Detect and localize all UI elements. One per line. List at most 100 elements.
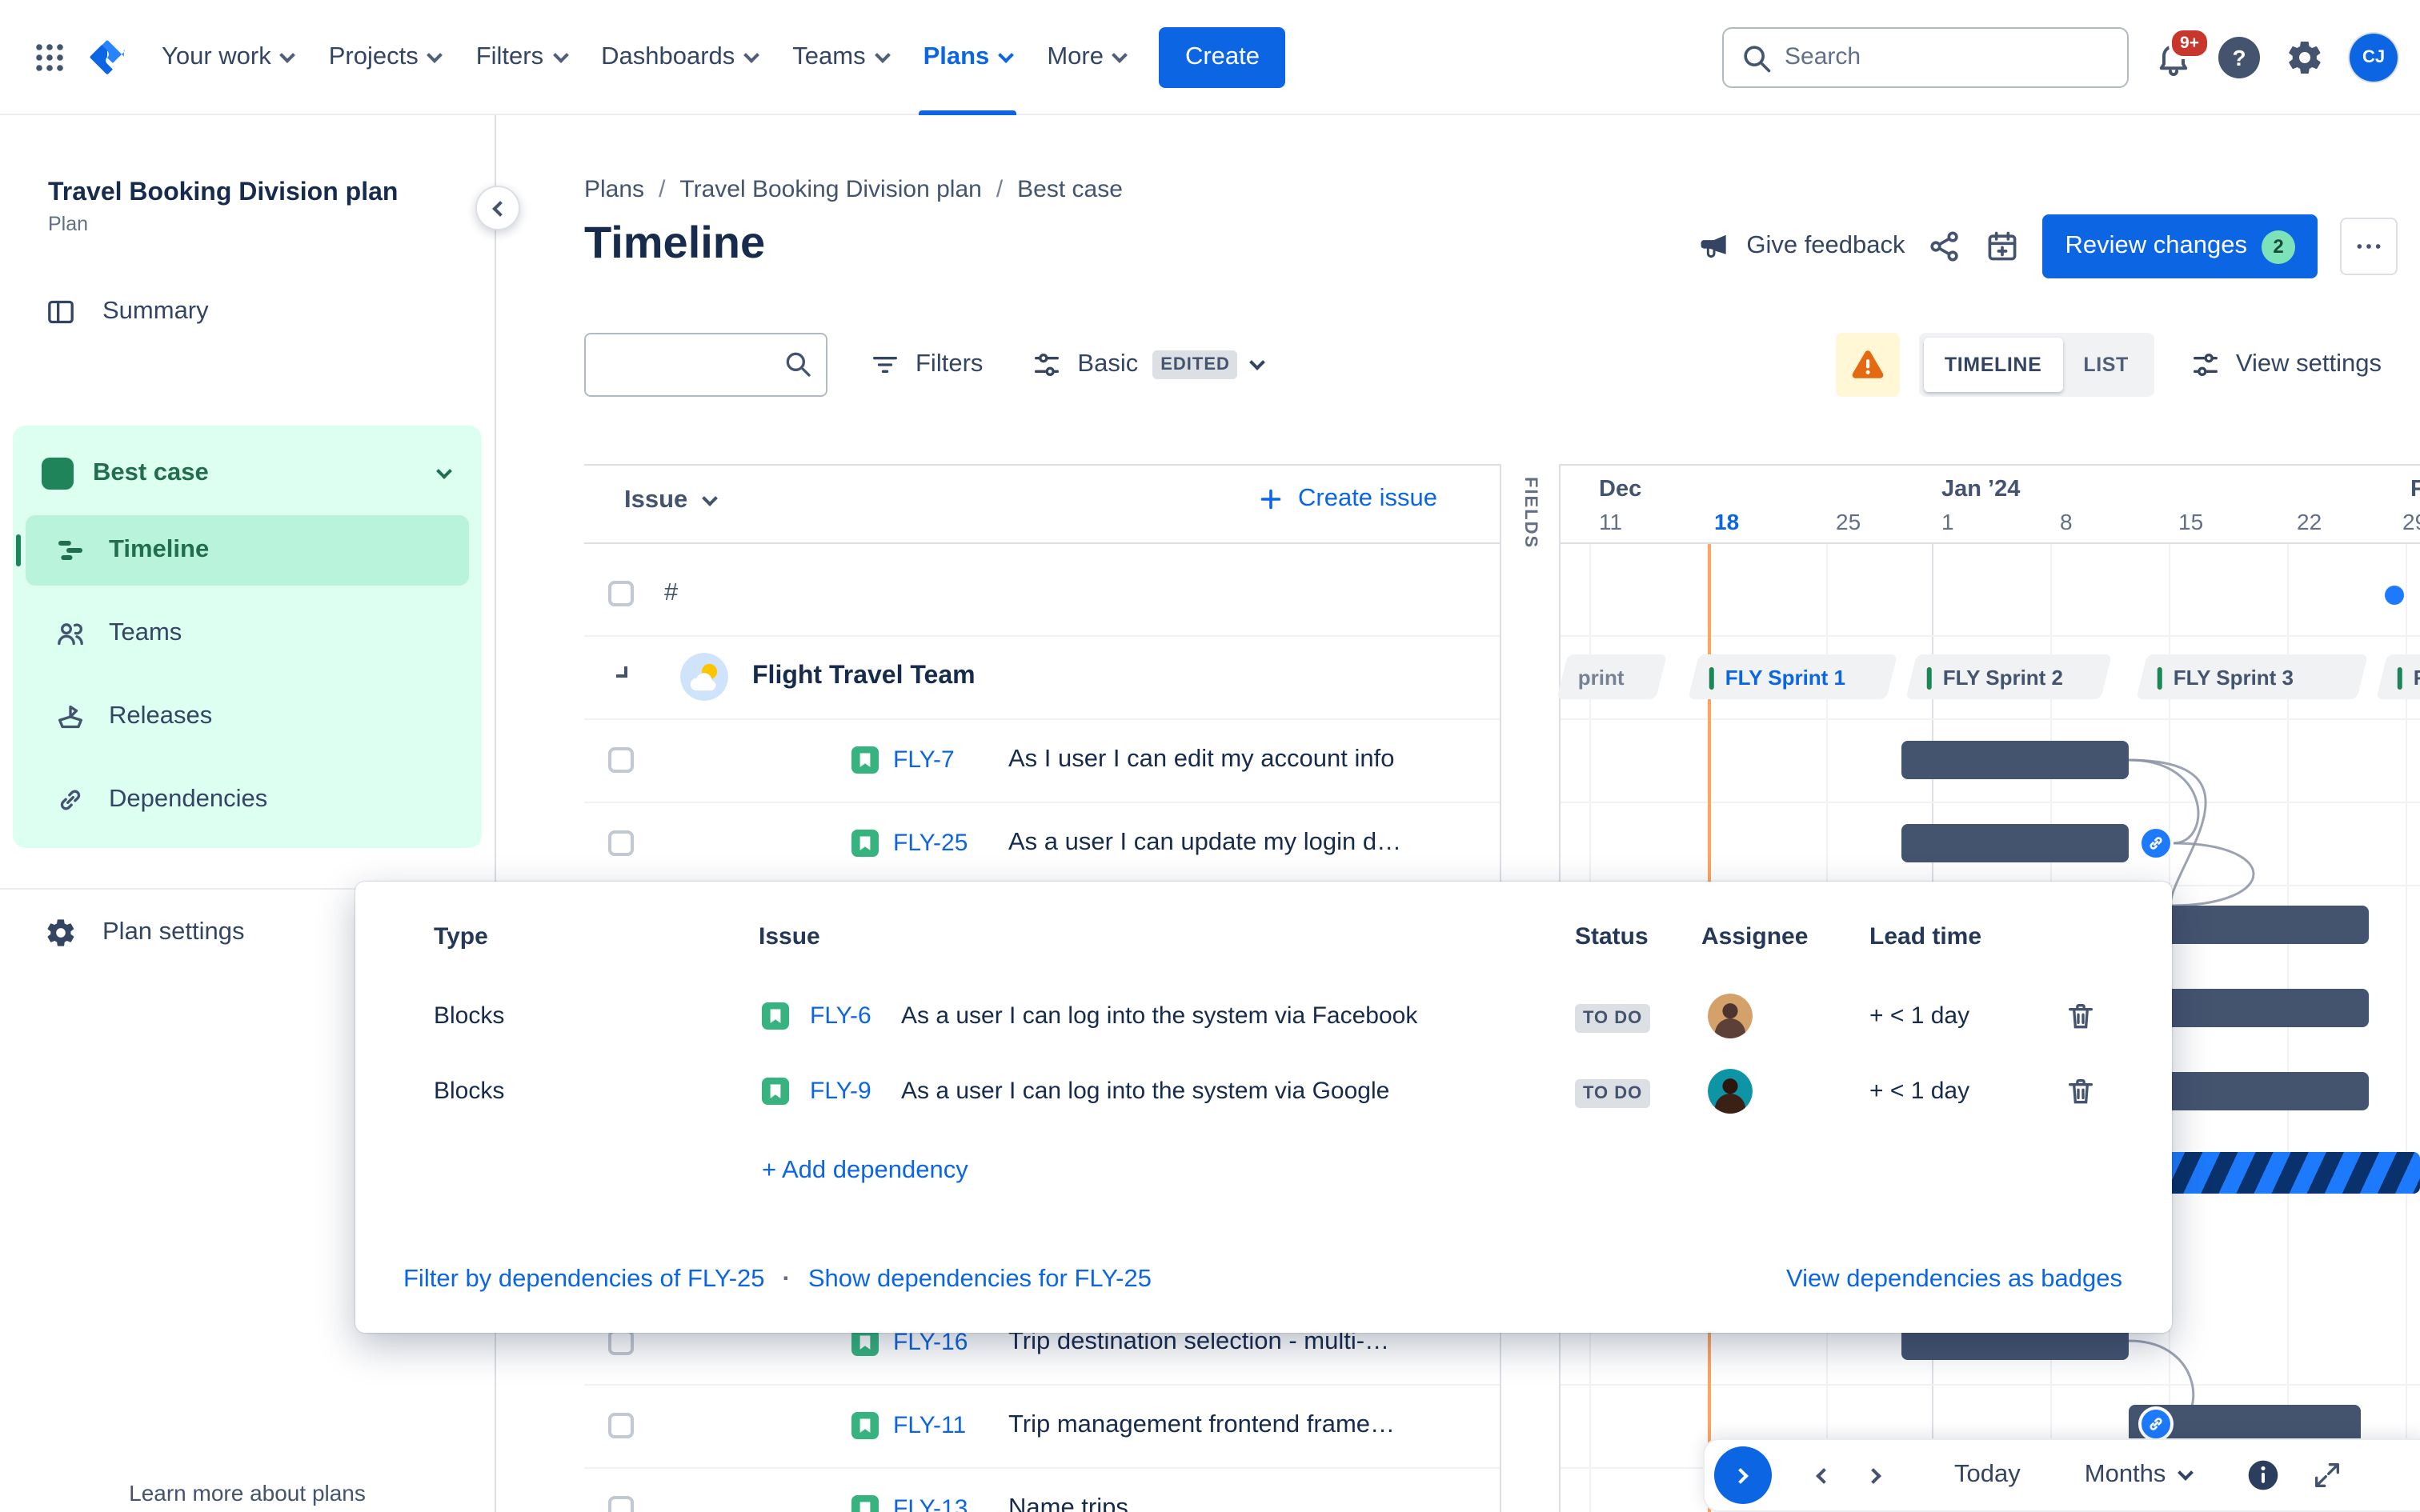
sprint-ribbon-fly-sprint-3[interactable]: FLY Sprint 3 bbox=[2136, 654, 2368, 699]
row-checkbox[interactable] bbox=[608, 830, 634, 856]
sidebar-item-teams[interactable]: Teams bbox=[26, 598, 469, 669]
row-checkbox[interactable] bbox=[608, 747, 634, 773]
user-avatar[interactable]: CJ bbox=[2350, 33, 2398, 81]
create-button[interactable]: Create bbox=[1159, 26, 1286, 87]
row-checkbox[interactable] bbox=[608, 1330, 634, 1355]
issue-key-link[interactable]: FLY-25 bbox=[893, 830, 968, 857]
issue-row-fly7[interactable]: FLY-7 As I user I can edit my account in… bbox=[584, 718, 1500, 802]
tick-label-today: 18 bbox=[1714, 509, 1740, 534]
share-button[interactable] bbox=[1928, 229, 1963, 264]
schedule-bar-fly7[interactable] bbox=[1901, 741, 2129, 779]
sidebar-item-dependencies[interactable]: Dependencies bbox=[26, 765, 469, 835]
breadcrumb: Plans / Travel Booking Division plan / B… bbox=[584, 176, 1123, 203]
issue-key-link[interactable]: FLY-9 bbox=[810, 1077, 871, 1104]
breadcrumb-plans[interactable]: Plans bbox=[584, 176, 644, 203]
popup-column-status: Status bbox=[1575, 923, 1649, 950]
gear-icon bbox=[45, 916, 77, 948]
nav-filters[interactable]: Filters bbox=[459, 0, 583, 114]
app-switcher-button[interactable] bbox=[22, 30, 77, 84]
issue-header-label: Issue bbox=[624, 486, 688, 514]
chevron-down-icon bbox=[427, 46, 443, 62]
sprint-ribbon-fly-sprint-4[interactable]: FLY Sprin bbox=[2376, 654, 2420, 699]
scroll-left-button[interactable] bbox=[1797, 1451, 1845, 1499]
row-checkbox[interactable] bbox=[608, 1496, 634, 1512]
breadcrumb-scenario[interactable]: Best case bbox=[1017, 176, 1123, 203]
sidebar-collapse-button[interactable] bbox=[475, 186, 520, 230]
breadcrumb-plan[interactable]: Travel Booking Division plan bbox=[679, 176, 981, 203]
settings-button[interactable] bbox=[2286, 38, 2324, 76]
add-dependency-button[interactable]: + Add dependency bbox=[762, 1157, 968, 1186]
create-issue-label: Create issue bbox=[1298, 485, 1438, 512]
review-changes-button[interactable]: Review changes 2 bbox=[2042, 214, 2318, 278]
view-toolbar: Filters Basic EDITED TIMELINE LIST View … bbox=[584, 333, 2398, 397]
chevron-down-icon[interactable] bbox=[616, 666, 627, 678]
filters-button[interactable]: Filters bbox=[853, 333, 999, 397]
create-issue-button[interactable]: Create issue bbox=[1256, 485, 1437, 514]
sidebar-item-releases[interactable]: Releases bbox=[26, 682, 469, 752]
dependency-link-icon[interactable] bbox=[2138, 1406, 2174, 1442]
info-button[interactable] bbox=[2239, 1451, 2287, 1499]
issue-row-fly13[interactable]: FLY-13 Name trips bbox=[584, 1467, 1500, 1512]
view-settings-button[interactable]: View settings bbox=[2174, 333, 2398, 397]
give-feedback-button[interactable]: Give feedback bbox=[1697, 229, 1905, 264]
scroll-right-button[interactable] bbox=[1852, 1451, 1900, 1499]
release-marker-dot[interactable] bbox=[2385, 586, 2404, 605]
issue-key-link[interactable]: FLY-11 bbox=[893, 1412, 966, 1439]
issue-summary: Name trips bbox=[1008, 1494, 1128, 1512]
row-checkbox[interactable] bbox=[608, 581, 634, 606]
export-calendar-button[interactable] bbox=[1985, 229, 2021, 264]
basic-view-button[interactable]: Basic EDITED bbox=[1015, 333, 1280, 397]
issue-key-link[interactable]: FLY-7 bbox=[893, 746, 955, 774]
notifications-button[interactable]: 9+ bbox=[2154, 26, 2210, 76]
jira-logo[interactable] bbox=[86, 36, 128, 78]
review-changes-badge: 2 bbox=[2262, 230, 2295, 263]
dot-separator: · bbox=[782, 1266, 791, 1293]
zoom-level-dropdown[interactable]: Months bbox=[2085, 1461, 2194, 1490]
nav-plans[interactable]: Plans bbox=[906, 0, 1030, 114]
issue-row-fly11[interactable]: FLY-11 Trip management frontend frame… bbox=[584, 1384, 1500, 1467]
give-feedback-label: Give feedback bbox=[1746, 232, 1905, 259]
filter-by-dependencies-link[interactable]: Filter by dependencies of FLY-25 bbox=[403, 1266, 765, 1294]
sprint-ribbon[interactable]: print bbox=[1557, 654, 1667, 699]
help-button[interactable]: ? bbox=[2218, 36, 2260, 78]
calendar-plus-icon bbox=[1985, 229, 2021, 264]
fullscreen-button[interactable] bbox=[2303, 1451, 2351, 1499]
global-search-input[interactable] bbox=[1722, 26, 2129, 87]
schedule-bar-fly25[interactable] bbox=[1901, 824, 2129, 862]
warnings-button[interactable] bbox=[1835, 333, 1900, 397]
issue-key-link[interactable]: FLY-13 bbox=[893, 1495, 968, 1512]
issue-key-link[interactable]: FLY-16 bbox=[893, 1329, 968, 1356]
issue-row-fly25[interactable]: FLY-25 As a user I can update my login d… bbox=[584, 802, 1500, 885]
status-badge[interactable]: TO DO bbox=[1575, 1002, 1651, 1032]
delete-dependency-button[interactable] bbox=[2065, 999, 2097, 1031]
sidebar-item-summary[interactable]: Summary bbox=[0, 277, 495, 347]
assignee-avatar[interactable] bbox=[1708, 1068, 1753, 1113]
issue-column-header[interactable]: Issue bbox=[624, 486, 718, 515]
nav-teams[interactable]: Teams bbox=[775, 0, 905, 114]
assignee-avatar[interactable] bbox=[1708, 993, 1753, 1038]
learn-more-link[interactable]: Learn more about plans bbox=[0, 1480, 495, 1506]
grid-line bbox=[2406, 464, 2407, 1512]
dependency-link-icon[interactable] bbox=[2138, 826, 2174, 861]
sidebar-item-timeline[interactable]: Timeline bbox=[16, 515, 469, 586]
scenario-selector[interactable]: Best case bbox=[26, 438, 469, 509]
nav-more[interactable]: More bbox=[1029, 0, 1144, 114]
expand-panel-button[interactable] bbox=[1714, 1446, 1772, 1504]
show-dependencies-link[interactable]: Show dependencies for FLY-25 bbox=[808, 1266, 1152, 1294]
today-button[interactable]: Today bbox=[1954, 1461, 2021, 1490]
view-dependencies-as-badges-link[interactable]: View dependencies as badges bbox=[1786, 1266, 2122, 1294]
nav-filters-label: Filters bbox=[475, 42, 544, 70]
sprint-ribbon-fly-sprint-2[interactable]: FLY Sprint 2 bbox=[1905, 654, 2112, 699]
nav-projects[interactable]: Projects bbox=[311, 0, 459, 114]
tab-timeline[interactable]: TIMELINE bbox=[1923, 338, 2063, 392]
team-group-row[interactable]: Flight Travel Team bbox=[584, 635, 1500, 718]
delete-dependency-button[interactable] bbox=[2065, 1074, 2097, 1106]
more-actions-button[interactable] bbox=[2340, 218, 2398, 275]
issue-key-link[interactable]: FLY-6 bbox=[810, 1002, 871, 1029]
tab-list[interactable]: LIST bbox=[2062, 338, 2150, 392]
nav-dashboards[interactable]: Dashboards bbox=[583, 0, 775, 114]
row-checkbox[interactable] bbox=[608, 1413, 634, 1438]
status-badge[interactable]: TO DO bbox=[1575, 1077, 1651, 1107]
nav-your-work[interactable]: Your work bbox=[144, 0, 311, 114]
sprint-ribbon-fly-sprint-1[interactable]: FLY Sprint 1 bbox=[1688, 654, 1897, 699]
